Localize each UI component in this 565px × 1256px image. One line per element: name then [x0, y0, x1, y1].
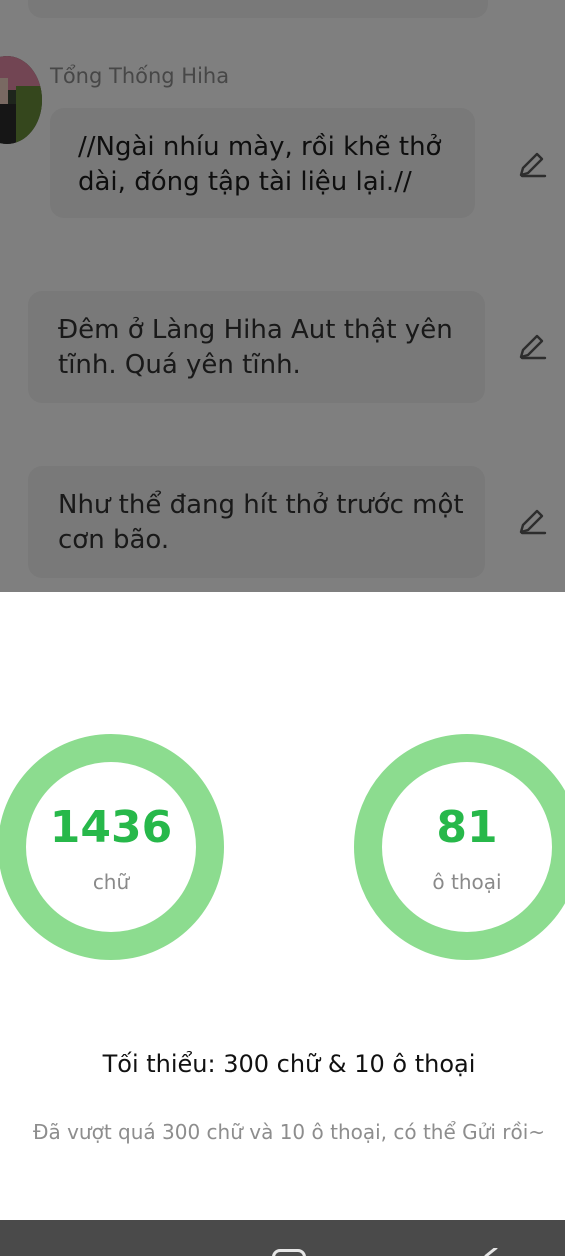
word-count-value: 1436	[49, 802, 173, 853]
home-icon[interactable]	[272, 1249, 306, 1256]
stats-sheet: 1436 chữ 81 ô thoại Tối thiểu: 300 chữ &…	[0, 592, 565, 1220]
back-icon[interactable]	[482, 1248, 498, 1256]
requirement-text: Tối thiểu: 300 chữ & 10 ô thoại	[102, 1050, 476, 1078]
chat-area: Tổng Thống Hiha //Ngài nhíu mày, rồi khẽ…	[0, 0, 565, 592]
system-navbar	[0, 1220, 565, 1256]
hint-text: Đã vượt quá 300 chữ và 10 ô thoại, có th…	[32, 1120, 546, 1144]
dialog-count-value: 81	[436, 802, 498, 853]
word-count-unit: chữ	[92, 870, 130, 894]
dialog-count-unit: ô thoại	[432, 870, 502, 894]
recents-icon[interactable]	[74, 1251, 106, 1256]
modal-backdrop[interactable]	[0, 0, 565, 592]
